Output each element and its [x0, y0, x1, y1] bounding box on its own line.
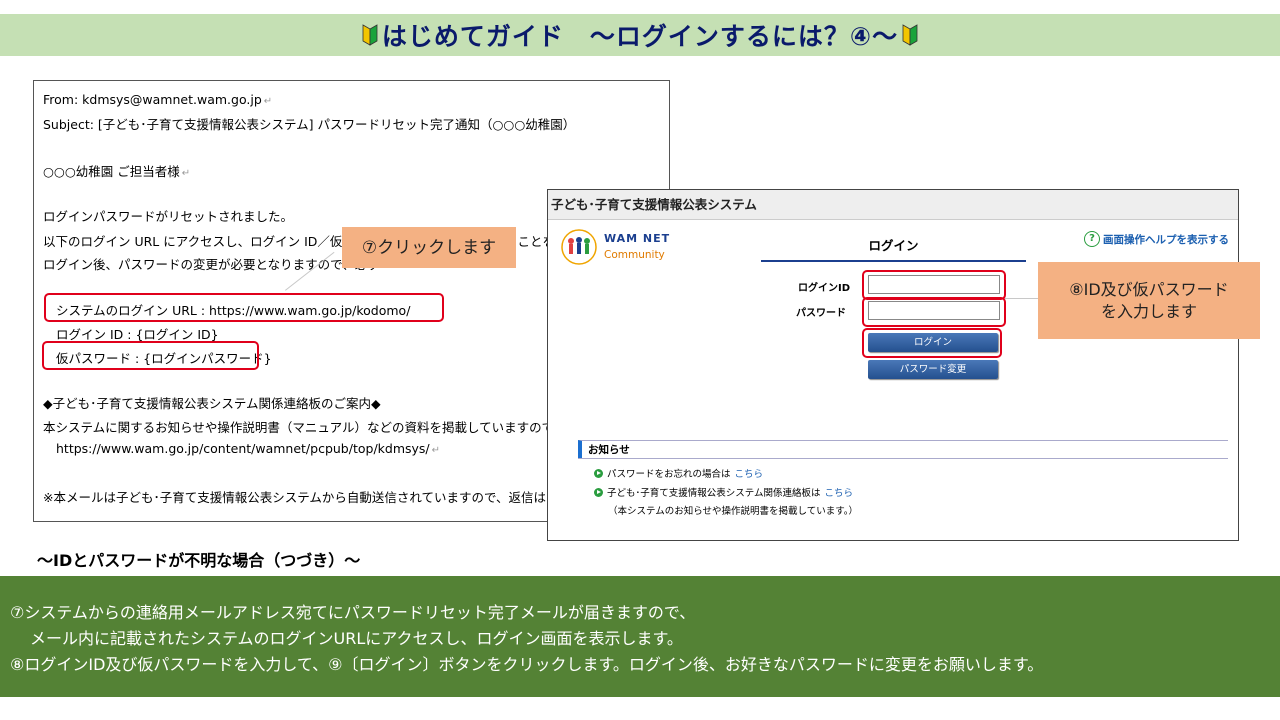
board-link[interactable]: こちら	[824, 485, 853, 499]
instruction-line: ⑧ログインID及び仮パスワードを入力して、⑨〔ログイン〕ボタンをクリックします。…	[10, 655, 1044, 674]
email-notice-url[interactable]: https://www.wam.go.jp/content/wamnet/pcp…	[56, 441, 440, 456]
logo-wordmark: WAM NET	[604, 232, 671, 245]
email-notice-title: ◆子ども･子育て支援情報公表システム関係連絡板のご案内◆	[43, 396, 381, 411]
password-label: パスワード	[796, 308, 846, 319]
highlight-login-button	[862, 328, 1002, 358]
community-logo-icon	[561, 229, 597, 265]
help-icon: ?	[1084, 231, 1100, 247]
forgot-password-link[interactable]: こちら	[735, 466, 764, 480]
callout-input-line1: ⑧ID及び仮パスワード	[1069, 279, 1229, 299]
section-subheading: ～IDとパスワードが不明な場合（つづき）～	[37, 551, 361, 570]
logo-community: Community	[604, 249, 665, 261]
notice-heading: お知らせ	[578, 440, 1228, 458]
system-header: 子ども･子育て支援情報公表システム	[548, 190, 1238, 220]
highlight-password-field	[862, 297, 1006, 327]
notice-item-forgot-password: パスワードをお忘れの場合は こちら	[594, 466, 763, 480]
email-body-line: 以下のログイン URL にアクセスし、ログイン ID／仮パスワ ることを	[43, 234, 556, 249]
notice-item-board: 子ども･子育て支援情報公表システム関係連絡板は こちら	[594, 485, 853, 499]
title-bar: はじめてガイド ～ログインするには？④～	[0, 14, 1280, 56]
highlight-login-url	[44, 293, 444, 322]
email-from: From: kdmsys@wamnet.wam.go.jp ↵	[43, 92, 273, 107]
login-screenshot: 子ども･子育て支援情報公表システム WAM NET Community ログイン…	[547, 189, 1239, 541]
email-greeting: ○○○幼稚園 ご担当者様 ↵	[43, 164, 191, 179]
callout-input-line2: を入力します	[1100, 301, 1197, 321]
email-footer: ※本メールは子ども･子育て支援情報公表システムから自動送信されていますので、返信…	[43, 490, 571, 505]
help-label: 画面操作ヘルプを表示する	[1103, 233, 1229, 246]
instruction-line: ⑦システムからの連絡用メールアドレス宛てにパスワードリセット完了メールが届きます…	[10, 603, 696, 622]
arrow-bullet-icon	[594, 468, 603, 478]
email-body-line: ログインパスワードがリセットされました。	[43, 209, 294, 224]
help-link[interactable]: ? 画面操作ヘルプを表示する	[1084, 231, 1229, 247]
beginner-mark-icon	[362, 24, 378, 46]
highlight-id-field	[862, 270, 1006, 300]
instruction-line: メール内に記載されたシステムのログインURLにアクセスし、ログイン画面を表示しま…	[30, 629, 683, 648]
arrow-bullet-icon	[594, 487, 603, 497]
beginner-mark-icon	[902, 24, 918, 46]
callout-input: ⑧ID及び仮パスワード を入力します	[1038, 262, 1260, 339]
highlight-temp-password	[42, 341, 259, 370]
email-body-line: ログイン後、パスワードの変更が必要となりますので、必ず	[43, 257, 380, 272]
login-title: ログイン	[868, 238, 919, 253]
change-password-button[interactable]: パスワード変更	[868, 360, 998, 379]
notice-subtext: （本システムのお知らせや操作説明書を掲載しています。）	[608, 506, 859, 517]
callout-click: ⑦クリックします	[342, 227, 516, 268]
callout-leader-line	[1005, 298, 1039, 299]
email-subject: Subject: [子ども･子育て支援情報公表システム] パスワードリセット完了…	[43, 117, 576, 132]
login-title-underline	[761, 260, 1026, 262]
notice-divider	[578, 458, 1228, 459]
email-notice-body: 本システムに関するお知らせや操作説明書（マニュアル）などの資料を掲載していますの…	[43, 420, 592, 435]
wam-net-logo: WAM NET Community	[559, 229, 679, 269]
instructions-panel: ⑦システムからの連絡用メールアドレス宛てにパスワードリセット完了メールが届きます…	[0, 576, 1280, 697]
page-title: はじめてガイド ～ログインするには？④～	[381, 22, 899, 51]
login-id-label: ログインID	[797, 283, 850, 294]
